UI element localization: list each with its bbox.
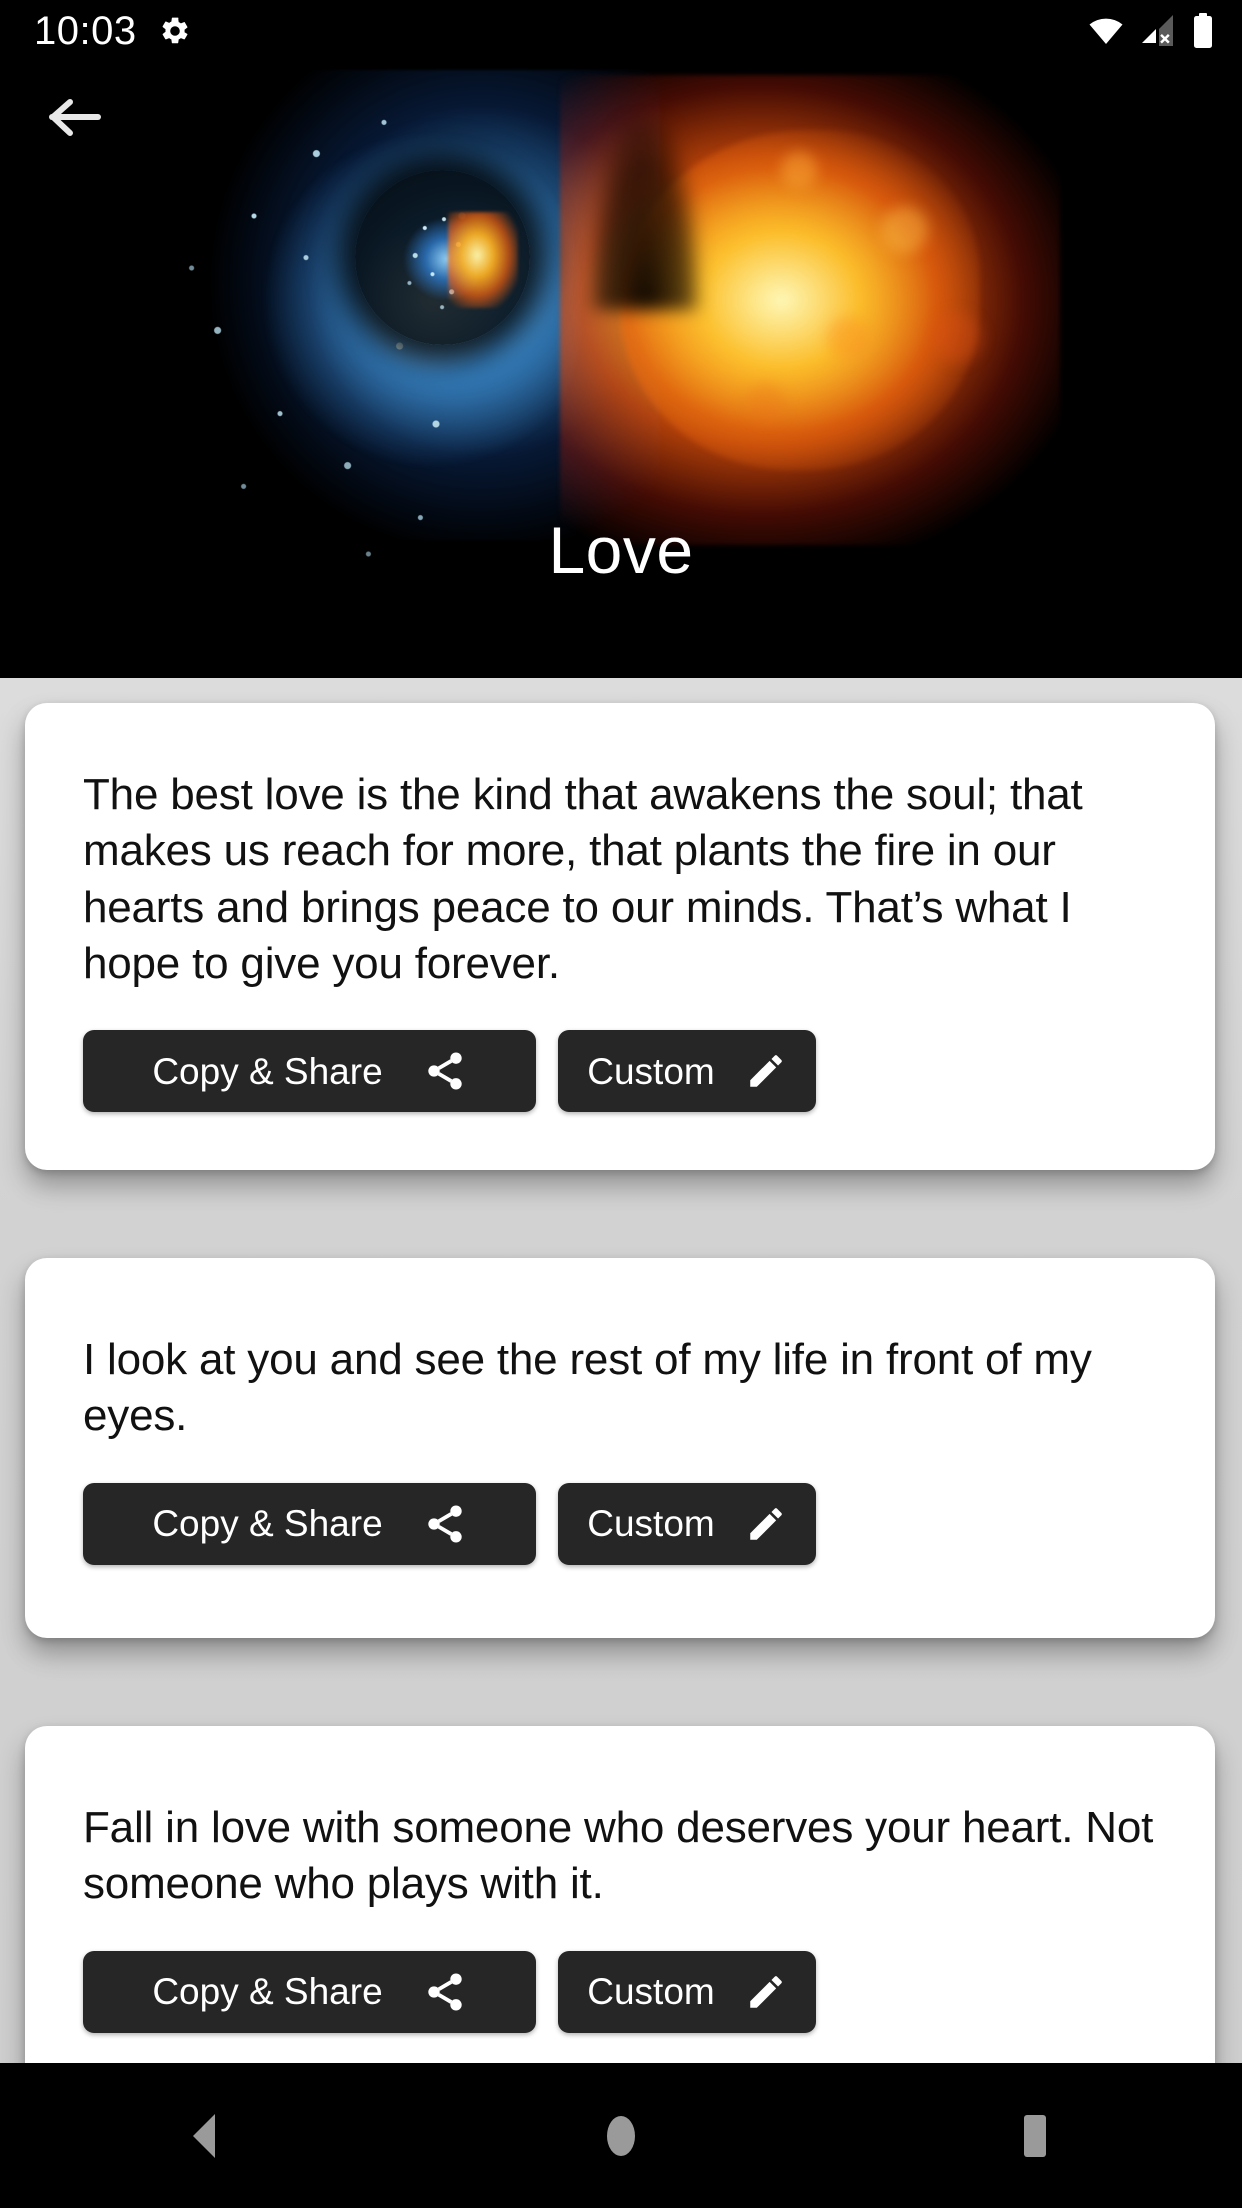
nav-recents-button[interactable] (828, 2063, 1242, 2208)
copy-and-share-label: Copy & Share (152, 1503, 383, 1545)
cellular-signal-off-icon (1142, 15, 1173, 46)
pencil-icon (749, 1975, 782, 2008)
hero-banner: Love (0, 0, 1242, 678)
share-icon (427, 1505, 462, 1543)
fire-wisps (700, 90, 1030, 490)
custom-button[interactable]: Custom (558, 1482, 816, 1565)
card-actions: Copy & Share Custom (25, 1482, 1215, 1565)
back-arrow-icon (49, 99, 101, 136)
quote-text: I look at you and see the rest of my lif… (83, 1335, 1092, 1441)
nav-home-button[interactable] (414, 2063, 828, 2208)
phone-screen: Love 10:03 The best love is the kind tha… (0, 0, 1242, 2208)
nav-recents-square-icon (1024, 2114, 1046, 2157)
custom-label: Custom (587, 1971, 715, 2013)
gear-icon (162, 17, 188, 44)
card-actions: Copy & Share Custom (25, 1030, 1215, 1113)
status-left-icons (159, 15, 191, 47)
status-bar: 10:03 (0, 0, 1242, 62)
custom-label: Custom (587, 1050, 715, 1092)
copy-and-share-button[interactable]: Copy & Share (83, 1482, 536, 1565)
custom-button[interactable]: Custom (558, 1030, 816, 1113)
copy-and-share-label: Copy & Share (152, 1971, 383, 2013)
pencil-icon (749, 1507, 782, 1540)
page-title: Love (548, 513, 694, 587)
copy-and-share-button[interactable]: Copy & Share (83, 1950, 536, 2033)
nav-back-triangle-icon (193, 2113, 215, 2158)
custom-button[interactable]: Custom (558, 1950, 816, 2033)
wifi-icon (1089, 18, 1123, 44)
copy-and-share-button[interactable]: Copy & Share (83, 1030, 536, 1113)
back-button[interactable] (34, 82, 118, 152)
mini-fire-half-heart (448, 212, 518, 308)
nav-back-button[interactable] (0, 2063, 414, 2208)
status-time: 10:03 (34, 9, 137, 53)
share-icon (427, 1973, 462, 2011)
android-navigation-bar (0, 2063, 1242, 2208)
copy-and-share-label: Copy & Share (152, 1050, 383, 1092)
pencil-icon (749, 1055, 782, 1087)
quote-card: I look at you and see the rest of my lif… (25, 1258, 1215, 1638)
status-right-icons (1088, 13, 1214, 49)
quote-card: The best love is the kind that awakens t… (25, 703, 1215, 1170)
quote-text: The best love is the kind that awakens t… (83, 770, 1083, 988)
custom-label: Custom (587, 1503, 715, 1545)
heart-cleft (590, 120, 700, 310)
nav-home-circle-icon (607, 2115, 635, 2156)
quote-list[interactable]: The best love is the kind that awakens t… (0, 678, 1242, 2063)
share-icon (427, 1052, 462, 1090)
battery-full-icon (1194, 13, 1212, 48)
quote-text: Fall in love with someone who deserves y… (83, 1803, 1154, 1909)
card-actions: Copy & Share Custom (25, 1950, 1215, 2033)
quote-card: Fall in love with someone who deserves y… (25, 1726, 1215, 2063)
